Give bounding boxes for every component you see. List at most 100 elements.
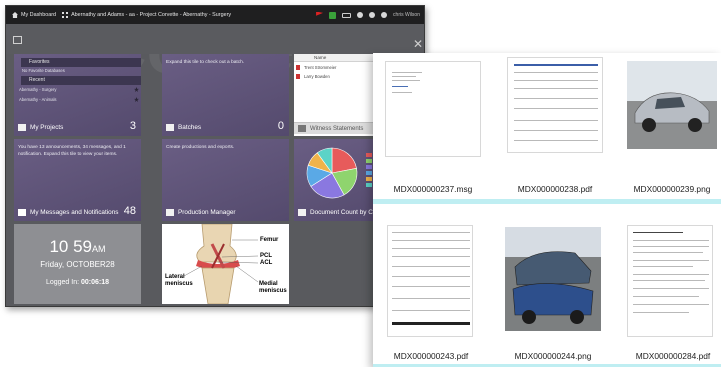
wreck-photo-illustration (505, 227, 601, 331)
production-manager-tile[interactable]: Create productions and exports. Producti… (162, 139, 289, 221)
legend-swatch (366, 177, 372, 181)
witness-table-header: Name (294, 54, 384, 62)
flag-notification-icon[interactable] (316, 11, 324, 16)
dashboard-subheader (6, 24, 424, 54)
production-description: Create productions and exports. (166, 145, 235, 150)
doccount-title: Document Count by Cust (310, 209, 382, 216)
witness-footer: Witness Statements (294, 122, 384, 134)
star-icon[interactable] (134, 87, 139, 92)
file-name[interactable]: MDX000000244.png (505, 351, 601, 361)
doc-line (392, 310, 470, 311)
file-thumbnail-wreck-photo[interactable] (505, 227, 601, 331)
legend-swatch (366, 153, 372, 157)
doc-line (514, 64, 598, 66)
doc-line (392, 76, 416, 77)
witness-icon (298, 125, 306, 132)
doccount-footer: Document Count by Cust (298, 209, 381, 216)
doc-line (633, 266, 693, 267)
recent-header: Recent (21, 76, 141, 85)
femur-label: Femur (260, 237, 279, 243)
legend-swatch (366, 165, 372, 169)
my-projects-tile[interactable]: Favorites No Favorite Databases Recent A… (14, 54, 141, 136)
doc-line (392, 256, 470, 257)
production-icon (166, 209, 174, 216)
messages-description: You have 13 announcements, 34 messages, … (18, 145, 126, 157)
batches-icon (166, 124, 174, 131)
my-projects-count: 3 (129, 120, 136, 132)
knee-anatomy-tile[interactable]: Femur PCL ACL Lateral meniscus Medial me… (162, 224, 289, 304)
home-icon (12, 12, 18, 18)
my-dashboard-link[interactable]: My Dashboard (12, 12, 56, 18)
witness-row[interactable]: Larry Bowden (296, 74, 330, 79)
messages-count: 48 (123, 205, 136, 217)
doc-line (392, 80, 420, 81)
help-icon[interactable] (357, 12, 364, 18)
power-icon[interactable] (369, 12, 376, 18)
user-name[interactable]: chris Wilson (393, 12, 420, 18)
legend-swatch (366, 171, 372, 175)
layout-icon[interactable] (13, 36, 22, 44)
doc-line (633, 288, 709, 289)
witness-row[interactable]: Trent Strommeier (296, 65, 336, 70)
batches-footer: Batches (166, 124, 201, 131)
witness-title: Witness Statements (310, 125, 364, 132)
projects-icon (18, 124, 26, 131)
file-thumbnail-pdf-statement[interactable] (627, 225, 713, 337)
file-thumbnail-pdf-form[interactable] (507, 57, 603, 153)
envelope-icon (18, 209, 26, 216)
keyboard-icon[interactable] (342, 12, 352, 18)
top-navigation-bar: My Dashboard Abernathy and Adams - aa - … (6, 6, 424, 24)
doc-line (392, 240, 470, 241)
logged-in-label: Logged In: (45, 279, 80, 286)
doc-line (633, 304, 709, 305)
star-icon[interactable] (134, 97, 139, 102)
doc-line (514, 98, 598, 99)
doc-line (392, 322, 470, 325)
close-icon[interactable]: ✕ (413, 38, 423, 50)
grid-icon (62, 12, 69, 18)
file-name[interactable]: MDX000000238.pdf (507, 184, 603, 194)
file-thumbnail-pdf-report[interactable] (387, 225, 473, 337)
my-projects-footer: My Projects (18, 124, 63, 131)
doc-line (514, 120, 598, 121)
logged-in-value: 00:06:18 (81, 279, 110, 286)
file-name[interactable]: MDX000000237.msg (385, 184, 481, 194)
chart-icon (298, 209, 306, 216)
doc-line (514, 108, 598, 109)
messages-icon[interactable] (329, 11, 337, 19)
witness-statements-tile[interactable]: Name Trent Strommeier Larry Bowden Witne… (294, 54, 384, 136)
doc-line (514, 88, 598, 89)
file-name[interactable]: MDX000000284.pdf (625, 351, 721, 361)
acl-label: ACL (260, 260, 273, 266)
file-name[interactable]: MDX000000239.png (627, 184, 717, 194)
batches-tile[interactable]: Expand this tile to check out a batch. B… (162, 54, 289, 136)
production-footer: Production Manager (166, 209, 236, 216)
doc-line (392, 248, 470, 249)
messages-tile[interactable]: You have 13 announcements, 34 messages, … (14, 139, 141, 221)
project-breadcrumb[interactable]: Abernathy and Adams - aa - Project Corve… (62, 12, 231, 18)
my-projects-title: My Projects (30, 124, 64, 131)
messages-footer: My Messages and Notifications (18, 209, 118, 216)
doc-line (514, 140, 598, 141)
gear-icon[interactable] (381, 12, 388, 18)
doc-line (633, 252, 703, 253)
recent-item[interactable]: Abernathy - Animals (19, 97, 56, 102)
file-name[interactable]: MDX000000243.pdf (383, 351, 479, 361)
file-thumbnail-crash-photo[interactable] (627, 61, 717, 149)
document-count-tile[interactable]: Document Count by Cust (294, 139, 384, 221)
project-breadcrumb-label: Abernathy and Adams - aa - Project Corve… (71, 12, 232, 18)
clock-tile: 10 59AM Friday, OCTOBER28 Logged In: 00:… (14, 224, 141, 304)
clock-time-value: 10 59 (49, 237, 93, 256)
file-thumbnail-msg[interactable] (385, 61, 481, 157)
favorites-header: Favorites (21, 58, 141, 67)
lateral-label: Lateral (165, 274, 185, 280)
recent-item[interactable]: Abernathy - Surgery (19, 87, 56, 92)
legend-swatch (366, 159, 372, 163)
doc-line (633, 296, 699, 297)
document-count-pie (306, 147, 372, 199)
medial-meniscus-label: meniscus (259, 288, 287, 294)
messages-title: My Messages and Notifications (30, 209, 119, 216)
doc-line (633, 246, 709, 247)
doc-line (514, 72, 598, 73)
clock-ampm: AM (92, 244, 106, 254)
